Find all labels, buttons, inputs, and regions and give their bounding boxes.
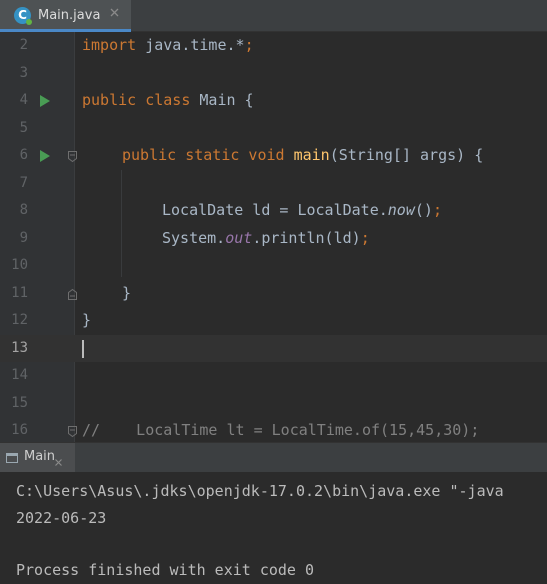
run-method-icon[interactable] <box>39 150 51 162</box>
code-line[interactable]: 15 <box>0 390 547 418</box>
code-text: System.out.println(ld); <box>162 228 370 247</box>
code-line[interactable]: 12 } <box>0 307 547 335</box>
close-icon[interactable] <box>109 7 120 18</box>
code-line[interactable]: 16 // LocalTime lt = LocalTime.of(15,45,… <box>0 417 547 442</box>
line-number: 12 <box>11 312 28 328</box>
code-line[interactable]: 8 LocalDate ld = LocalDate.now(); <box>0 197 547 225</box>
line-number: 11 <box>11 284 28 301</box>
code-line[interactable]: 11 } <box>0 280 547 308</box>
code-text: public static void main(String[] args) { <box>122 146 484 164</box>
line-number: 10 <box>11 257 28 273</box>
run-tab-label: Main <box>24 449 56 464</box>
console-line: Process finished with exit code 0 <box>16 561 315 579</box>
code-text: LocalDate ld = LocalDate.now(); <box>162 201 442 219</box>
line-number: 6 <box>19 147 28 163</box>
line-number: 3 <box>19 64 28 81</box>
code-editor[interactable]: 2 import java.time.*; 3 4 public class M… <box>0 32 547 442</box>
current-code-line[interactable]: 13 <box>0 334 547 362</box>
line-number: 2 <box>19 37 28 53</box>
fold-collapse-icon[interactable] <box>67 425 78 438</box>
text-caret <box>82 339 84 358</box>
code-line[interactable]: 7 <box>0 170 547 198</box>
tab-title: Main.java <box>38 8 101 23</box>
line-number: 14 <box>11 367 28 383</box>
code-line[interactable]: 3 <box>0 60 547 88</box>
code-text: } <box>122 283 132 302</box>
console-line: C:\Users\Asus\.jdks\openjdk-17.0.2\bin\j… <box>16 482 504 500</box>
code-line[interactable]: 2 import java.time.*; <box>0 32 547 60</box>
code-line[interactable]: 10 <box>0 252 547 280</box>
editor-tab-bar: C Main.java <box>0 0 547 32</box>
java-class-icon: C <box>14 7 32 25</box>
tab-main-java[interactable]: C Main.java <box>0 0 131 32</box>
line-number: 7 <box>19 174 28 191</box>
line-number: 13 <box>11 339 28 356</box>
line-number: 4 <box>19 92 28 108</box>
code-line[interactable]: 5 <box>0 115 547 143</box>
run-tab-main[interactable]: Main <box>0 443 75 472</box>
fold-collapse-icon[interactable] <box>67 150 78 163</box>
run-console-output[interactable]: C:\Users\Asus\.jdks\openjdk-17.0.2\bin\j… <box>0 472 547 584</box>
line-number: 16 <box>11 422 28 438</box>
code-text: } <box>82 311 92 329</box>
close-icon[interactable] <box>54 452 63 471</box>
console-line: 2022-06-23 <box>16 509 107 527</box>
app-window-icon <box>6 453 18 463</box>
line-number: 15 <box>11 394 28 411</box>
line-number: 9 <box>19 229 28 246</box>
fold-end-icon[interactable] <box>67 288 78 301</box>
code-text: public class Main { <box>82 91 254 109</box>
code-line[interactable]: 4 public class Main { <box>0 87 547 115</box>
code-line[interactable]: 9 System.out.println(ld); <box>0 225 547 253</box>
code-text: import java.time.*; <box>82 36 254 54</box>
code-line[interactable]: 6 public static void main(String[] args)… <box>0 142 547 170</box>
run-tool-window-header: Main <box>0 442 547 472</box>
code-line[interactable]: 14 <box>0 362 547 390</box>
run-class-icon[interactable] <box>39 95 51 107</box>
line-number: 5 <box>19 119 28 136</box>
line-number: 8 <box>19 202 28 218</box>
code-comment: // LocalTime lt = LocalTime.of(15,45,30)… <box>82 421 480 439</box>
